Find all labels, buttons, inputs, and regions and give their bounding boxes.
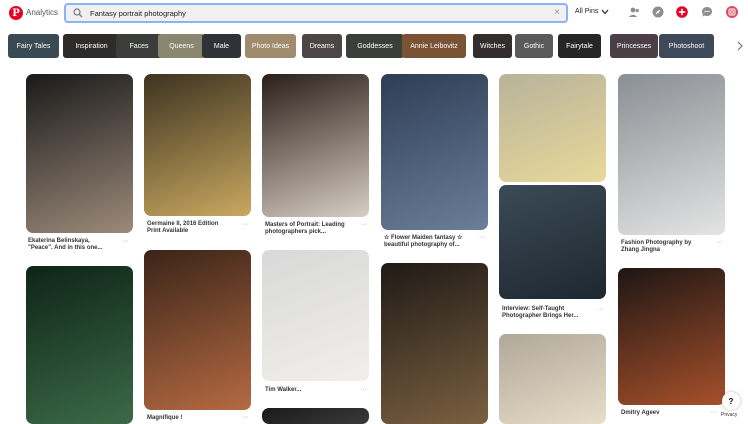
pin-image[interactable] xyxy=(499,334,606,424)
pin-image[interactable] xyxy=(144,74,251,216)
pin-more-button[interactable]: ··· xyxy=(242,221,249,228)
messages-icon[interactable] xyxy=(701,6,713,18)
guide-chip-goddesses[interactable]: Goddesses xyxy=(346,34,404,58)
user-avatar-icon[interactable] xyxy=(726,6,738,18)
pin-more-button[interactable]: ··· xyxy=(479,234,486,241)
pin-more-button[interactable]: ··· xyxy=(597,306,604,313)
chevron-down-icon xyxy=(601,9,609,14)
search-guides-row: Fairy Tales Inspiration Faces Queens Mal… xyxy=(8,34,748,58)
scope-label: All Pins xyxy=(575,8,599,15)
pin-image[interactable] xyxy=(144,250,251,410)
pin-image[interactable] xyxy=(381,74,488,230)
guide-chip-witches[interactable]: Witches xyxy=(473,34,512,58)
pin-caption[interactable]: Dmitry Ageev xyxy=(621,410,681,417)
chevron-right-icon[interactable] xyxy=(737,41,743,51)
pin-image[interactable] xyxy=(26,74,133,233)
pin-image[interactable] xyxy=(26,266,133,424)
guide-chip-photoshoot[interactable]: Photoshoot xyxy=(659,34,714,58)
pin-caption[interactable]: Ekaterina Belinskaya, "Peace". And in th… xyxy=(28,238,116,252)
pin-caption[interactable]: Fashion Photography by Zhang Jingna xyxy=(621,240,707,254)
pin-more-button[interactable]: ··· xyxy=(122,238,129,245)
pin-more-button[interactable]: ··· xyxy=(710,409,717,416)
scope-dropdown[interactable]: All Pins xyxy=(575,8,609,15)
pin-image[interactable] xyxy=(262,250,369,381)
guide-chip-male[interactable]: Male xyxy=(202,34,241,58)
privacy-link[interactable]: Privacy xyxy=(719,411,740,419)
search-icon xyxy=(73,8,83,18)
pin-caption[interactable]: Germaine II, 2016 Edition Print Availabl… xyxy=(147,221,233,235)
help-button[interactable]: ? xyxy=(722,392,740,410)
clear-search-icon[interactable]: × xyxy=(554,7,560,18)
pin-caption[interactable]: ☆ Flower Maiden fantasy ☆ beautiful phot… xyxy=(384,235,474,249)
pinterest-logo-icon[interactable]: P xyxy=(9,6,23,20)
pin-more-button[interactable]: ··· xyxy=(242,414,249,421)
pin-image[interactable] xyxy=(381,263,488,424)
pin-image[interactable] xyxy=(499,185,606,299)
guide-chip-annie-leibovitz[interactable]: Annie Leibovitz xyxy=(402,34,466,58)
people-icon[interactable] xyxy=(628,6,640,18)
guide-chip-photo-ideas[interactable]: Photo Ideas xyxy=(245,34,296,58)
create-pin-plus-icon[interactable] xyxy=(676,6,688,18)
pin-image[interactable] xyxy=(618,74,725,235)
explore-compass-icon[interactable] xyxy=(652,6,664,18)
pin-image[interactable] xyxy=(618,268,725,405)
pin-more-button[interactable]: ··· xyxy=(360,386,367,393)
pin-image[interactable] xyxy=(262,74,369,217)
top-bar: P Analytics Fantasy portrait photography… xyxy=(0,0,748,28)
guide-chip-faces[interactable]: Faces xyxy=(116,34,162,58)
guide-chip-gothic[interactable]: Gothic xyxy=(515,34,553,58)
pin-caption[interactable]: Magnifique ! xyxy=(147,415,233,422)
pin-caption[interactable]: Interview: Self-Taught Photographer Brin… xyxy=(502,306,592,320)
guide-chip-dreams[interactable]: Dreams xyxy=(302,34,342,58)
guide-chip-inspiration[interactable]: Inspiration xyxy=(63,34,120,58)
guide-chip-fairytale[interactable]: Fairytale xyxy=(558,34,601,58)
pin-more-button[interactable]: ··· xyxy=(716,239,723,246)
search-bar[interactable]: Fantasy portrait photography × xyxy=(64,3,568,23)
analytics-link[interactable]: Analytics xyxy=(26,8,58,17)
pin-image[interactable] xyxy=(262,408,369,424)
guide-chip-queens[interactable]: Queens xyxy=(158,34,205,58)
pin-image[interactable] xyxy=(499,74,606,182)
pin-more-button[interactable]: ··· xyxy=(360,221,367,228)
pin-caption[interactable]: Tim Walker... xyxy=(265,387,351,394)
guide-chip-fairy-tales[interactable]: Fairy Tales xyxy=(8,34,59,58)
pin-caption[interactable]: Masters of Portrait: Leading photographe… xyxy=(265,222,355,236)
search-input[interactable]: Fantasy portrait photography xyxy=(90,9,186,18)
guide-chip-princesses[interactable]: Princesses xyxy=(610,34,658,58)
